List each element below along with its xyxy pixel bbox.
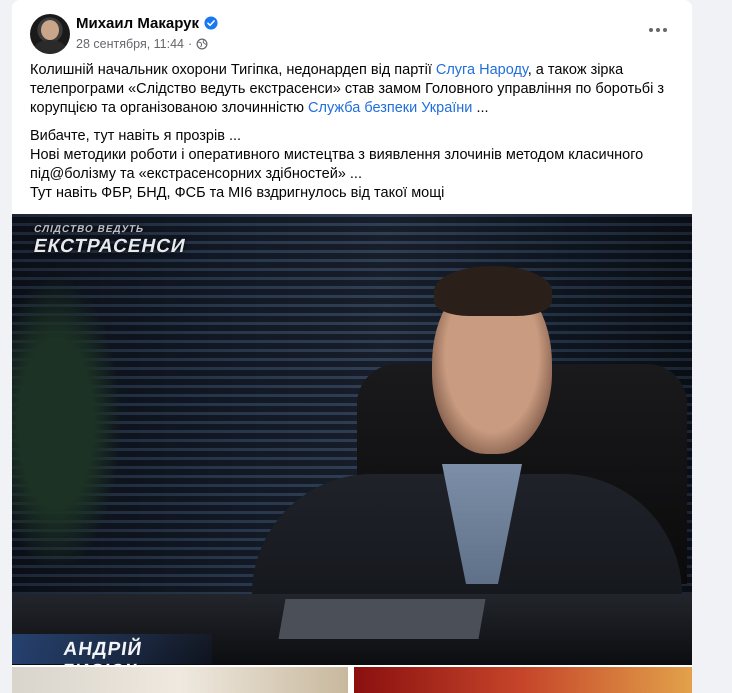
photo-thumbnail[interactable] [12, 667, 348, 693]
caption-name-bar: АНДРІЙ ЛИСЮК [12, 634, 212, 665]
link-sluga-narodu[interactable]: Слуга Народу [436, 62, 528, 78]
author-row: Михаил Макарук [76, 13, 218, 33]
photo-thumbnail[interactable] [354, 667, 692, 693]
more-dot [656, 28, 660, 32]
globe-icon[interactable] [196, 38, 208, 50]
more-dot [663, 28, 667, 32]
link-sbu[interactable]: Служба безпеки України [308, 100, 472, 116]
show-logo-main: ЕКСТРАСЕНСИ [31, 236, 188, 257]
author-avatar[interactable] [30, 14, 70, 54]
show-logo: СЛІДСТВО ВЕДУТЬ ЕКСТРАСЕНСИ [31, 224, 188, 272]
post-card: Михаил Макарук 28 сентября, 11:44 · Коли… [12, 0, 692, 693]
post-header: Михаил Макарук 28 сентября, 11:44 · [12, 0, 692, 60]
avatar-face [41, 20, 59, 40]
post-timestamp[interactable]: 28 сентября, 11:44 [76, 37, 184, 51]
photo-plant [12, 274, 122, 574]
post-text-segment: Колишній начальник охорони Тигіпка, недо… [30, 62, 436, 78]
avatar-shoulders [34, 40, 66, 54]
post-photo[interactable]: СЛІДСТВО ВЕДУТЬ ЕКСТРАСЕНСИ АНДРІЙ ЛИСЮК [12, 214, 692, 665]
more-options-icon[interactable] [642, 18, 674, 42]
see-more-ellipsis[interactable]: ... [472, 100, 488, 116]
more-dot [649, 28, 653, 32]
caption-name: АНДРІЙ ЛИСЮК [59, 639, 144, 665]
next-photos-row [12, 667, 692, 693]
meta-separator: · [188, 37, 193, 51]
post-paragraph-1: Колишній начальник охорони Тигіпка, недо… [30, 61, 685, 118]
post-line: Вибачте, тут навіть я прозрів ... [30, 128, 242, 144]
post-line: Тут навіть ФБР, БНД, ФСБ та МІ6 вздригну… [30, 185, 445, 201]
photo-keyboard [278, 599, 486, 639]
author-name[interactable]: Михаил Макарук [76, 15, 199, 32]
post-line: Нові методики роботи і оперативного мист… [30, 147, 644, 182]
verified-badge-icon [204, 16, 218, 30]
post-meta: 28 сентября, 11:44 · [76, 36, 208, 52]
photo-man-hair [434, 266, 552, 316]
post-paragraph-2: Вибачте, тут навіть я прозрів ... Нові м… [30, 127, 685, 203]
post-body: Колишній начальник охорони Тигіпка, недо… [30, 61, 685, 203]
show-logo-top: СЛІДСТВО ВЕДУТЬ [32, 224, 146, 235]
